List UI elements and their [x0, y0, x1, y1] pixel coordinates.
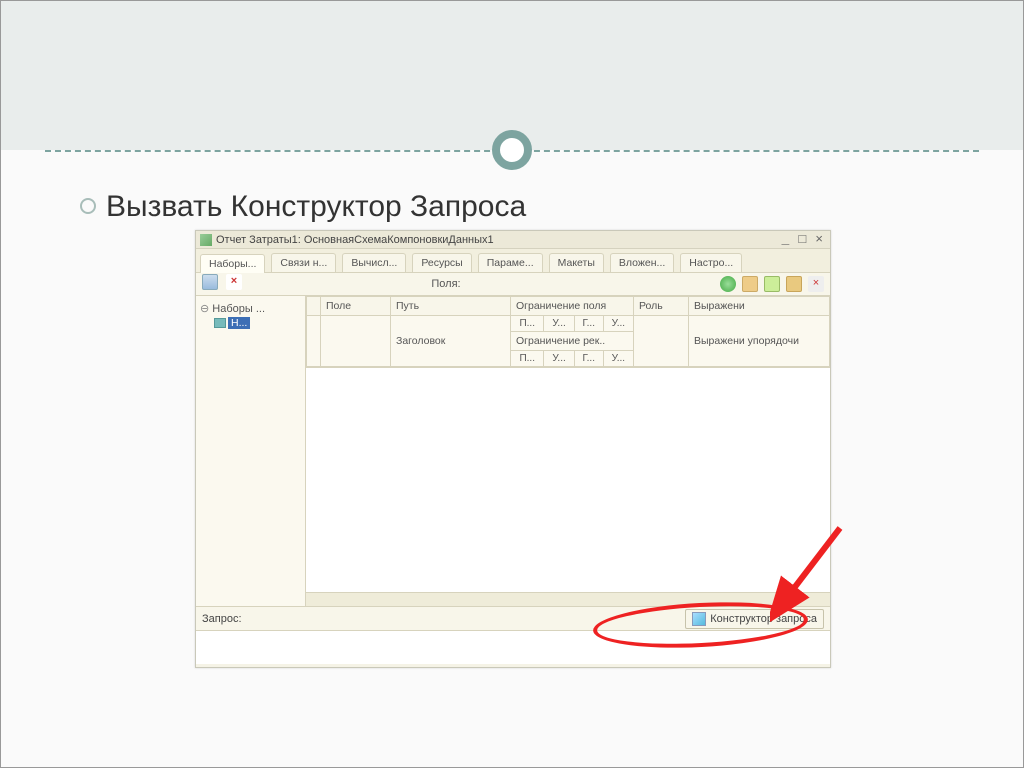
query-constructor-button[interactable]: Конструктор запроса — [685, 609, 824, 629]
query-label: Запрос: — [202, 613, 242, 625]
sub-expr-order: Выражени упорядочи — [689, 316, 830, 367]
role-empty — [634, 316, 689, 367]
horizontal-scrollbar[interactable] — [306, 592, 830, 606]
sub-restrict-rec: Ограничение рек.. — [511, 332, 634, 351]
col-restrict-field[interactable]: Ограничение поля — [511, 297, 634, 316]
col-expr[interactable]: Выражени — [689, 297, 830, 316]
mini-p2[interactable]: П... — [511, 351, 544, 367]
delete-icon[interactable]: × — [226, 274, 242, 290]
window-buttons: _ □ × — [778, 232, 826, 247]
col-path[interactable]: Путь — [391, 297, 511, 316]
tab-calc[interactable]: Вычисл... — [342, 253, 406, 272]
mini-u1b[interactable]: У... — [603, 316, 633, 332]
copy-icon[interactable] — [742, 276, 758, 292]
col-field[interactable]: Поле — [321, 297, 391, 316]
tab-settings[interactable]: Настро... — [680, 253, 742, 272]
maximize-button[interactable]: □ — [795, 232, 809, 247]
dataset-icon — [214, 318, 226, 328]
mini-u2b[interactable]: У... — [603, 351, 633, 367]
app-icon — [200, 234, 212, 246]
query-constructor-icon — [692, 612, 706, 626]
field-toolbar-icons: × — [720, 276, 824, 292]
title-bar[interactable]: Отчет Затраты1: ОсновнаяСхемаКомпоновкиД… — [196, 231, 830, 249]
add-dataset-icon[interactable] — [202, 274, 218, 290]
query-constructor-label: Конструктор запроса — [710, 613, 817, 625]
mini-g2[interactable]: Г... — [574, 351, 603, 367]
mini-u1[interactable]: У... — [544, 316, 574, 332]
mini-p1[interactable]: П... — [511, 316, 544, 332]
paste-icon[interactable] — [764, 276, 780, 292]
col-role[interactable]: Роль — [634, 297, 689, 316]
tab-datasets[interactable]: Наборы... — [200, 254, 265, 273]
bullet-text: Вызвать Конструктор Запроса — [80, 190, 526, 224]
query-text-area[interactable] — [196, 630, 830, 664]
slide: Вызвать Конструктор Запроса Отчет Затрат… — [0, 0, 1024, 768]
fields-grid[interactable]: Поле Путь Ограничение поля Роль Выражени… — [306, 296, 830, 367]
tab-resources[interactable]: Ресурсы — [412, 253, 471, 272]
left-tree-panel: Наборы ... Н... — [196, 296, 306, 606]
grid-body-empty — [306, 367, 830, 592]
query-row: Запрос: Конструктор запроса — [196, 606, 830, 630]
window-title: Отчет Затраты1: ОсновнаяСхемаКомпоновкиД… — [216, 234, 778, 246]
grid-checkbox-col — [307, 297, 321, 316]
slide-ring-decoration — [492, 130, 532, 170]
add-icon[interactable] — [720, 276, 736, 292]
grid-empty2 — [321, 316, 391, 367]
tab-links[interactable]: Связи н... — [271, 253, 336, 272]
remove-icon[interactable]: × — [808, 276, 824, 292]
right-panel: Поле Путь Ограничение поля Роль Выражени… — [306, 296, 830, 606]
fields-toolbar: × Поля: × — [196, 272, 830, 296]
tab-bar: Наборы... Связи н... Вычисл... Ресурсы П… — [196, 249, 830, 272]
fields-label: Поля: — [431, 278, 460, 290]
mini-g1[interactable]: Г... — [574, 316, 603, 332]
minimize-button[interactable]: _ — [778, 232, 792, 247]
slide-top-band — [0, 0, 1024, 150]
sub-title: Заголовок — [391, 316, 511, 367]
tab-nested[interactable]: Вложен... — [610, 253, 674, 272]
mini-u2[interactable]: У... — [544, 351, 574, 367]
close-button[interactable]: × — [812, 232, 826, 247]
tab-templates[interactable]: Макеты — [549, 253, 604, 272]
tab-params[interactable]: Параме... — [478, 253, 543, 272]
grid-empty — [307, 316, 321, 367]
content-pane: Наборы ... Н... Поле Путь Ограничение по… — [196, 296, 830, 606]
folder-icon[interactable] — [786, 276, 802, 292]
tree-item-label: Н... — [228, 317, 250, 329]
tree-item[interactable]: Н... — [214, 317, 301, 329]
app-window: Отчет Затраты1: ОсновнаяСхемаКомпоновкиД… — [195, 230, 831, 668]
tree-root[interactable]: Наборы ... — [200, 300, 301, 317]
